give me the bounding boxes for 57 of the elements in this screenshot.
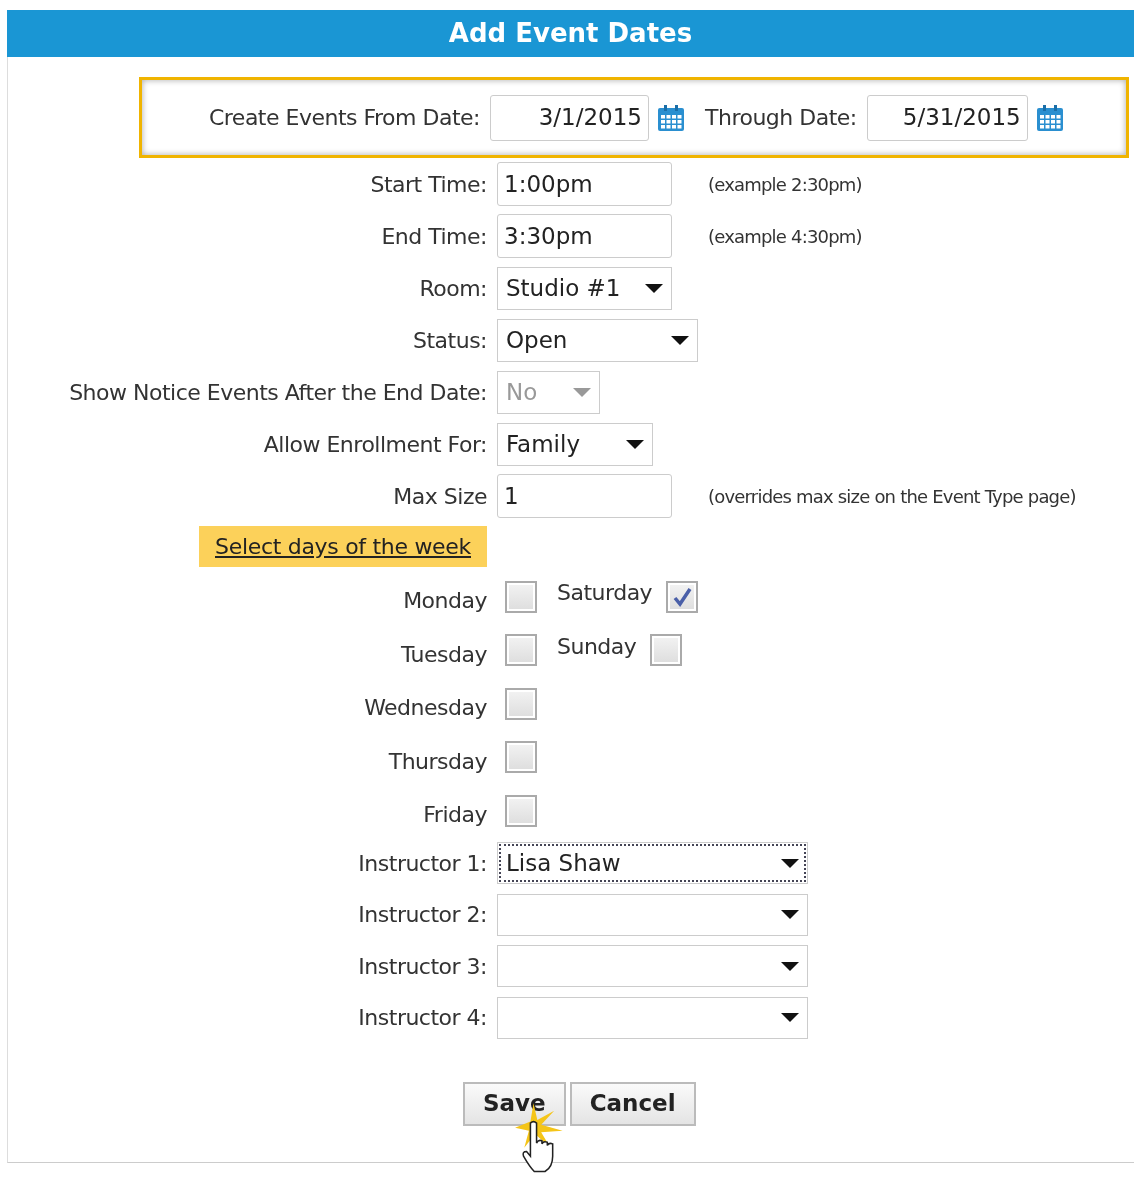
field-label: Through Date: [705,104,857,132]
field-label: Instructor 4: [358,1005,487,1031]
day-label: Tuesday [401,641,487,667]
cancel-button[interactable]: Cancel [569,1081,696,1126]
day-label: Wednesday [364,695,487,721]
day-label: Monday [403,588,487,614]
save-button[interactable]: Save [463,1081,566,1126]
field-label: Show Notice Events After the End Date: [69,379,487,405]
day-label: Sunday [557,632,637,661]
caret-icon [781,910,799,920]
dropdown[interactable] [497,945,808,988]
checkbox[interactable] [505,741,537,774]
dropdown[interactable]: Lisa Shaw [497,842,808,885]
caret-icon [781,1013,799,1023]
dropdown[interactable]: Open [497,318,698,362]
day-label: Friday [423,802,487,828]
date-field[interactable]: 5/31/2015 [866,94,1028,141]
field-label: Max Size [393,483,487,509]
field-label: Status: [413,327,487,353]
checkbox[interactable] [505,687,537,720]
checkbox[interactable] [505,794,537,827]
caret-icon [671,335,689,345]
field-label: Create Events From Date: [207,104,480,132]
caret-icon [645,283,663,293]
check-icon [671,585,694,608]
field-label: Room: [419,275,487,301]
hint-text: (overrides max size on the Event Type page) [708,484,1076,509]
field-label: Start Time: [370,171,487,197]
field-label: Instructor 1: [358,850,487,876]
checkbox[interactable] [666,580,699,613]
days-link[interactable]: Select days of the week [199,525,487,567]
checkbox[interactable] [505,580,537,613]
caret-icon [573,387,591,397]
field-label: End Time: [381,223,487,249]
day-label: Saturday [557,579,653,608]
checkbox[interactable] [650,634,683,667]
date-field[interactable]: 3/1/2015 [490,94,649,141]
dropdown[interactable]: Studio #1 [497,266,672,310]
dropdown[interactable] [497,996,808,1039]
text-field[interactable]: 3:30pm [497,214,672,258]
text-field[interactable]: 1 [497,474,672,518]
day-label: Thursday [388,748,487,774]
dialog-title: Add Event Dates [7,10,1134,57]
caret-icon [781,858,799,868]
calendar-icon[interactable] [1035,103,1064,132]
dropdown[interactable]: Family [497,422,653,466]
text-field[interactable]: 1:00pm [497,162,672,206]
hint-text: (example 4:30pm) [708,224,862,249]
dropdown[interactable] [497,893,808,936]
caret-icon [626,439,644,449]
calendar-icon[interactable] [657,103,685,132]
checkbox[interactable] [505,634,537,667]
caret-icon [781,961,799,971]
field-label: Instructor 3: [358,953,487,979]
field-label: Allow Enrollment For: [263,431,487,457]
hint-text: (example 2:30pm) [708,172,862,197]
field-label: Instructor 2: [358,902,487,928]
